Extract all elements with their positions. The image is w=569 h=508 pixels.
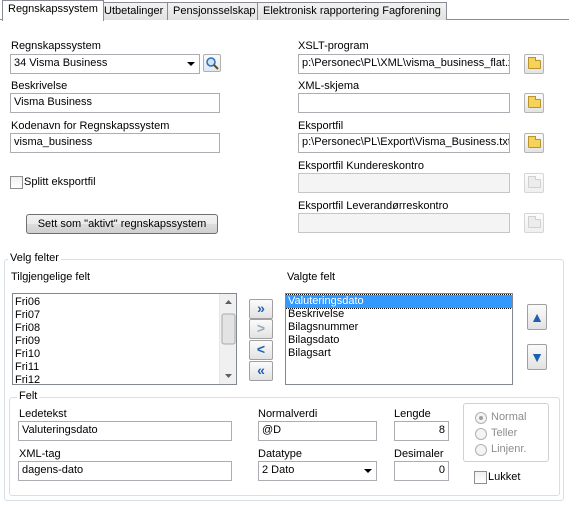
supplier-label: Eksportfil Leverandørreskontro [298, 200, 449, 212]
customer-browse-button[interactable] [524, 173, 544, 193]
available-list-item[interactable]: Fri09 [13, 335, 220, 348]
teller-radio-label: Teller [491, 427, 518, 439]
tab-label: Regnskapssystem [8, 3, 98, 15]
supplier-field[interactable] [298, 213, 510, 233]
selected-label: Valgte felt [287, 271, 336, 283]
selected-list-item[interactable]: Beskrivelse [286, 308, 512, 321]
xml-label: XML-skjema [298, 80, 360, 92]
linjenr-radio-label: Linjenr. [491, 443, 527, 455]
desimaler-field[interactable]: 0 [394, 461, 449, 481]
add-all-button[interactable]: » [249, 299, 273, 319]
tab-label: Pensjonsselskap [173, 5, 256, 17]
arrow-down-icon: ▼ [530, 349, 544, 365]
normalverdi-field[interactable]: @D [258, 421, 377, 441]
lengde-field[interactable]: 8 [394, 421, 449, 441]
tab-utbetalinger[interactable]: Utbetalinger [98, 2, 170, 20]
normal-radio-label: Normal [491, 411, 527, 423]
move-up-button[interactable]: ▲ [527, 304, 547, 330]
system-select-value: 34 Visma Business [14, 57, 108, 69]
folder-icon [528, 57, 541, 69]
selected-list-item[interactable]: Bilagsart [286, 347, 512, 360]
datatype-select-value: 2 Dato [262, 464, 295, 476]
available-list-item[interactable]: Fri11 [13, 361, 220, 374]
tab-label: Utbetalinger [104, 5, 164, 17]
export-field[interactable]: p:\Personec\PL\Export\Visma_Business.txt [298, 133, 510, 153]
fields-group-label: Velg felter [8, 252, 61, 264]
customer-field[interactable] [298, 173, 510, 193]
search-button[interactable] [203, 54, 221, 72]
available-list-item[interactable]: Fri06 [13, 296, 220, 309]
lukket-label: Lukket [488, 471, 521, 483]
ledetekst-field[interactable]: Valuteringsdato [18, 421, 232, 441]
chevron-right-icon: > [256, 320, 266, 336]
folder-icon [528, 96, 541, 108]
available-list-item[interactable]: Fri10 [13, 348, 220, 361]
available-list-item[interactable]: Fri08 [13, 322, 220, 335]
description-label: Beskrivelse [11, 80, 68, 92]
selected-list-item[interactable]: Bilagsnummer [286, 321, 512, 334]
datatype-label: Datatype [258, 448, 303, 460]
ledetekst-label: Ledetekst [19, 408, 67, 420]
tab-regnskapssystem[interactable]: Regnskapssystem [2, 0, 104, 21]
scrollbar-arrows [221, 300, 236, 378]
lukket-checkbox[interactable] [474, 471, 487, 484]
desimaler-label: Desimaler [394, 448, 444, 460]
chevron-left-icon: < [256, 341, 266, 357]
export-label: Eksportfil [298, 120, 344, 132]
selected-items: Valuteringsdato Beskrivelse Bilagsnummer Bi… [286, 294, 512, 360]
double-chevron-left-icon: « [257, 362, 265, 378]
add-button[interactable]: > [249, 319, 273, 339]
selected-list[interactable]: Valuteringsdato Beskrivelse Bilagsnummer Bi… [285, 293, 513, 385]
tab-label: Elektronisk rapportering Fagforening [263, 5, 441, 17]
chevron-down-icon [364, 469, 372, 473]
selected-list-item[interactable]: Valuteringsdato [286, 294, 512, 309]
customer-label: Eksportfil Kundereskontro [298, 160, 424, 172]
xml-browse-button[interactable] [524, 93, 544, 113]
folder-icon [528, 136, 541, 148]
xml-field[interactable] [298, 93, 510, 113]
double-chevron-right-icon: » [257, 300, 265, 316]
available-items: Fri06 Fri07 Fri08 Fri09 Fri10 Fri11 Fri12 [13, 296, 220, 384]
arrow-up-icon: ▲ [530, 309, 544, 325]
system-label: Regnskapssystem [11, 40, 101, 52]
tab-pensjonsselskap[interactable]: Pensjonsselskap [167, 2, 262, 20]
codename-field[interactable]: visma_business [10, 133, 220, 153]
split-checkbox[interactable] [10, 176, 23, 189]
available-list[interactable]: Fri06 Fri07 Fri08 Fri09 Fri10 Fri11 Fri12 [12, 293, 237, 385]
normalverdi-label: Normalverdi [258, 408, 318, 420]
export-browse-button[interactable] [524, 133, 544, 153]
lengde-label: Lengde [394, 408, 431, 420]
split-label: Splitt eksportfil [24, 176, 96, 188]
scrollbar[interactable] [219, 294, 236, 384]
available-label: Tilgjengelige felt [11, 271, 91, 283]
selected-list-item[interactable]: Bilagsdato [286, 334, 512, 347]
tab-elektronisk-rapportering[interactable]: Elektronisk rapportering Fagforening [257, 2, 447, 20]
search-icon [206, 57, 219, 70]
xmltag-field[interactable]: dagens-dato [18, 461, 232, 481]
xslt-browse-button[interactable] [524, 54, 544, 74]
set-active-button[interactable]: Sett som "aktivt" regnskapssystem [26, 214, 218, 234]
chevron-down-icon [187, 62, 195, 66]
tab-strip: Regnskapssystem Utbetalinger Pensjonssel… [0, 0, 569, 21]
xslt-label: XSLT-program [298, 40, 369, 52]
folder-icon [528, 176, 541, 188]
description-field[interactable]: Visma Business [10, 93, 220, 113]
felt-group-label: Felt [17, 390, 40, 402]
xmltag-label: XML-tag [19, 448, 61, 460]
normal-radio[interactable] [475, 412, 487, 424]
move-down-button[interactable]: ▼ [527, 344, 547, 370]
datatype-select[interactable]: 2 Dato [258, 461, 377, 481]
xslt-field[interactable]: p:\Personec\PL\XML\visma_business_flat.x [298, 54, 510, 74]
remove-button[interactable]: < [249, 340, 273, 360]
linjenr-radio[interactable] [475, 444, 487, 456]
available-list-item[interactable]: Fri12 [13, 374, 220, 384]
teller-radio[interactable] [475, 428, 487, 440]
folder-icon [528, 216, 541, 228]
system-select[interactable]: 34 Visma Business [10, 54, 200, 74]
remove-all-button[interactable]: « [249, 361, 273, 381]
available-list-item[interactable]: Fri07 [13, 309, 220, 322]
codename-label: Kodenavn for Regnskapssystem [11, 120, 170, 132]
supplier-browse-button[interactable] [524, 213, 544, 233]
